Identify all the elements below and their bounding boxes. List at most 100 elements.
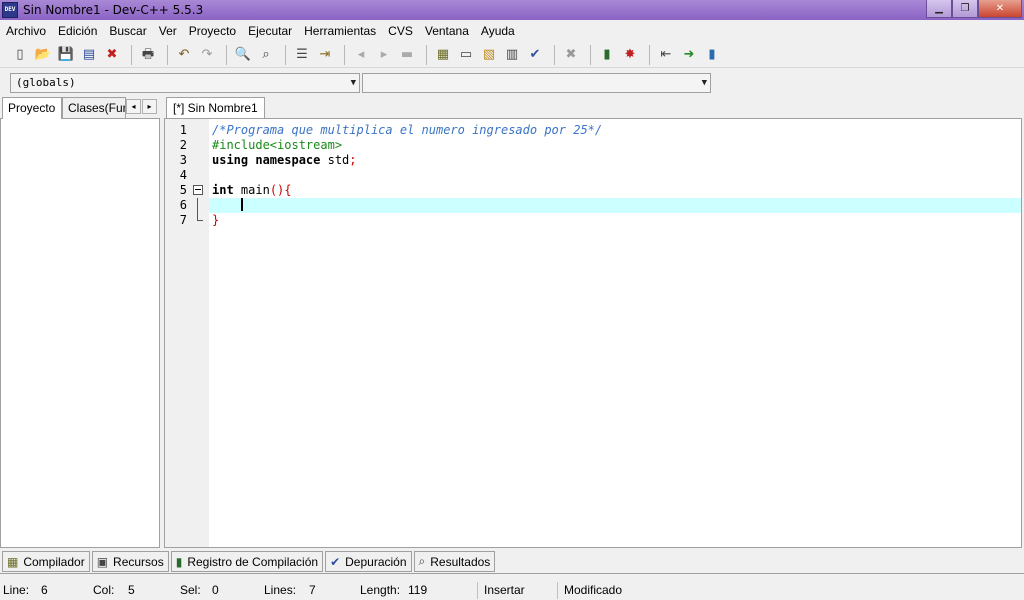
tab-scroll-left-icon[interactable]: ◂ [126, 99, 141, 114]
scope-combo[interactable]: (globals) ▼ [10, 73, 360, 93]
close-file-icon[interactable]: ✖ [102, 45, 122, 65]
close-button[interactable]: ✕ [978, 0, 1022, 18]
menu-proyecto[interactable]: Proyecto [183, 21, 242, 42]
menu-ejecutar[interactable]: Ejecutar [242, 21, 298, 42]
open-file-icon[interactable]: 📂 [33, 45, 53, 65]
bottom-panel-tabs: ▦ Compilador ▣ Recursos ▮ Registro de Compila… [0, 551, 1024, 573]
chevron-down-icon: ▼ [701, 78, 707, 88]
status-col-value: 5 [128, 583, 135, 597]
indent-right-icon[interactable]: ▸ [374, 45, 394, 65]
code-line[interactable]: 3 using namespace std; [165, 153, 1021, 168]
line-number: 6 [179, 198, 187, 212]
tab-clases[interactable]: Clases(Fun [62, 97, 126, 119]
close-icon: ✕ [995, 3, 1005, 14]
compile-icon[interactable]: ▦ [433, 45, 453, 65]
comment-icon[interactable]: ▬ [397, 45, 417, 65]
stop-icon[interactable]: ✖ [561, 45, 581, 65]
delete-profile-icon[interactable]: ✸ [620, 45, 640, 65]
tab-compiler[interactable]: ▦ Compilador [2, 551, 90, 572]
undo-icon[interactable]: ↶ [174, 45, 194, 65]
line-number: 3 [179, 153, 187, 167]
code-line[interactable]: 1 /*Programa que multiplica el numero ing… [165, 123, 1021, 138]
code-token: ; [349, 153, 357, 167]
fold-guide [193, 213, 204, 228]
fold-collapse-icon[interactable] [193, 183, 204, 198]
find-icon[interactable]: 🔍 [233, 45, 253, 65]
tab-compile-log[interactable]: ▮ Registro de Compilación [170, 551, 324, 572]
menu-edicion[interactable]: Edición [52, 21, 103, 42]
goto-line-icon[interactable]: ☰ [292, 45, 312, 65]
bottom-panel [0, 573, 1024, 579]
toolbar-separator [226, 44, 227, 65]
new-file-icon[interactable]: ▯ [10, 45, 30, 65]
minimize-icon: ▁ [935, 3, 943, 14]
compiler-icon: ▦ [7, 554, 19, 569]
code-line[interactable]: 2 #include<iostream> [165, 138, 1021, 153]
member-combo[interactable]: ▼ [362, 73, 711, 93]
code-line[interactable]: 6 [165, 198, 1021, 213]
replace-icon[interactable]: ⌕ [256, 45, 276, 65]
code-editor[interactable]: 1 /*Programa que multiplica el numero ing… [164, 118, 1022, 548]
menu-cvs[interactable]: CVS [382, 21, 419, 42]
tab-results[interactable]: ⌕ Resultados [413, 551, 496, 572]
profile-icon[interactable]: ▮ [597, 45, 617, 65]
toggle-bookmark-icon[interactable]: ⇥ [315, 45, 335, 65]
code-token: #include<iostream> [212, 138, 343, 152]
save-icon[interactable]: 💾 [56, 45, 76, 65]
compile-run-icon[interactable]: ▧ [479, 45, 499, 65]
menu-ayuda[interactable]: Ayuda [475, 21, 521, 42]
status-line-value: 6 [41, 583, 48, 597]
toolbar-separator [649, 44, 650, 65]
window-title: Sin Nombre1 - Dev-C++ 5.5.3 [23, 3, 204, 17]
status-lines-value: 7 [309, 583, 316, 597]
status-bar: Line: 6 Col: 5 Sel: 0 Lines: 7 Length: 1… [0, 581, 1024, 600]
menu-archivo[interactable]: Archivo [0, 21, 52, 42]
exit-icon[interactable]: ➜ [679, 45, 699, 65]
code-token: (){ [269, 183, 292, 197]
status-length-value: 119 [408, 583, 428, 597]
bookmark-icon[interactable]: ▮ [702, 45, 722, 65]
toolbar: ▯ 📂 💾 ▤ ✖ 🖶 ↶ ↷ 🔍 ⌕ ☰ ⇥ ◂ ▸ ▬ ▦ ▭ ▧ ▥ ✔ ✖ ▮ ✸ ⇤ ➜ ▮ [0, 42, 1024, 68]
bottom-tab-label: Recursos [113, 554, 164, 569]
bottom-tab-label: Depuración [345, 554, 407, 569]
line-number: 4 [179, 168, 187, 182]
insert-icon[interactable]: ⇤ [656, 45, 676, 65]
editor-tabs: [*] Sin Nombre1 [164, 97, 1024, 119]
tab-debug[interactable]: ✔ Depuración [325, 551, 412, 572]
indent-left-icon[interactable]: ◂ [351, 45, 371, 65]
title-bar: DEV Sin Nombre1 - Dev-C++ 5.5.3 ▁ ❐ ✕ [0, 0, 1024, 20]
chevron-down-icon: ▼ [350, 78, 356, 88]
menu-ver[interactable]: Ver [153, 21, 183, 42]
syntax-check-icon[interactable]: ✔ [525, 45, 545, 65]
line-number: 5 [179, 183, 187, 197]
code-token: main [233, 183, 270, 197]
tab-proyecto[interactable]: Proyecto [2, 97, 62, 119]
tab-resources[interactable]: ▣ Recursos [91, 551, 169, 572]
project-tree-panel[interactable] [0, 118, 160, 548]
menu-ventana[interactable]: Ventana [419, 21, 475, 42]
run-icon[interactable]: ▭ [456, 45, 476, 65]
print-icon[interactable]: 🖶 [138, 45, 158, 65]
fold-guide [193, 198, 204, 213]
resources-icon: ▣ [96, 554, 109, 569]
code-token: std [320, 153, 350, 167]
toolbar-separator [590, 44, 591, 65]
code-line[interactable]: 4 [165, 168, 1021, 183]
minimize-button[interactable]: ▁ [926, 0, 952, 18]
redo-icon[interactable]: ↷ [197, 45, 217, 65]
toolbar-separator [344, 44, 345, 65]
tab-scroll-right-icon[interactable]: ▸ [142, 99, 157, 114]
code-token: using namespace [212, 153, 321, 167]
text-cursor [240, 198, 243, 211]
maximize-button[interactable]: ❐ [952, 0, 978, 18]
tab-sin-nombre1[interactable]: [*] Sin Nombre1 [166, 97, 265, 119]
menu-buscar[interactable]: Buscar [103, 21, 152, 42]
code-line[interactable]: 7} [165, 213, 1021, 228]
app-icon: DEV [2, 2, 18, 18]
debug-icon: ✔ [330, 554, 341, 569]
save-all-icon[interactable]: ▤ [79, 45, 99, 65]
menu-herramientas[interactable]: Herramientas [298, 21, 382, 42]
toolbar-separator [426, 44, 427, 65]
rebuild-icon[interactable]: ▥ [502, 45, 522, 65]
code-line[interactable]: 5 int main(){ [165, 183, 1021, 198]
